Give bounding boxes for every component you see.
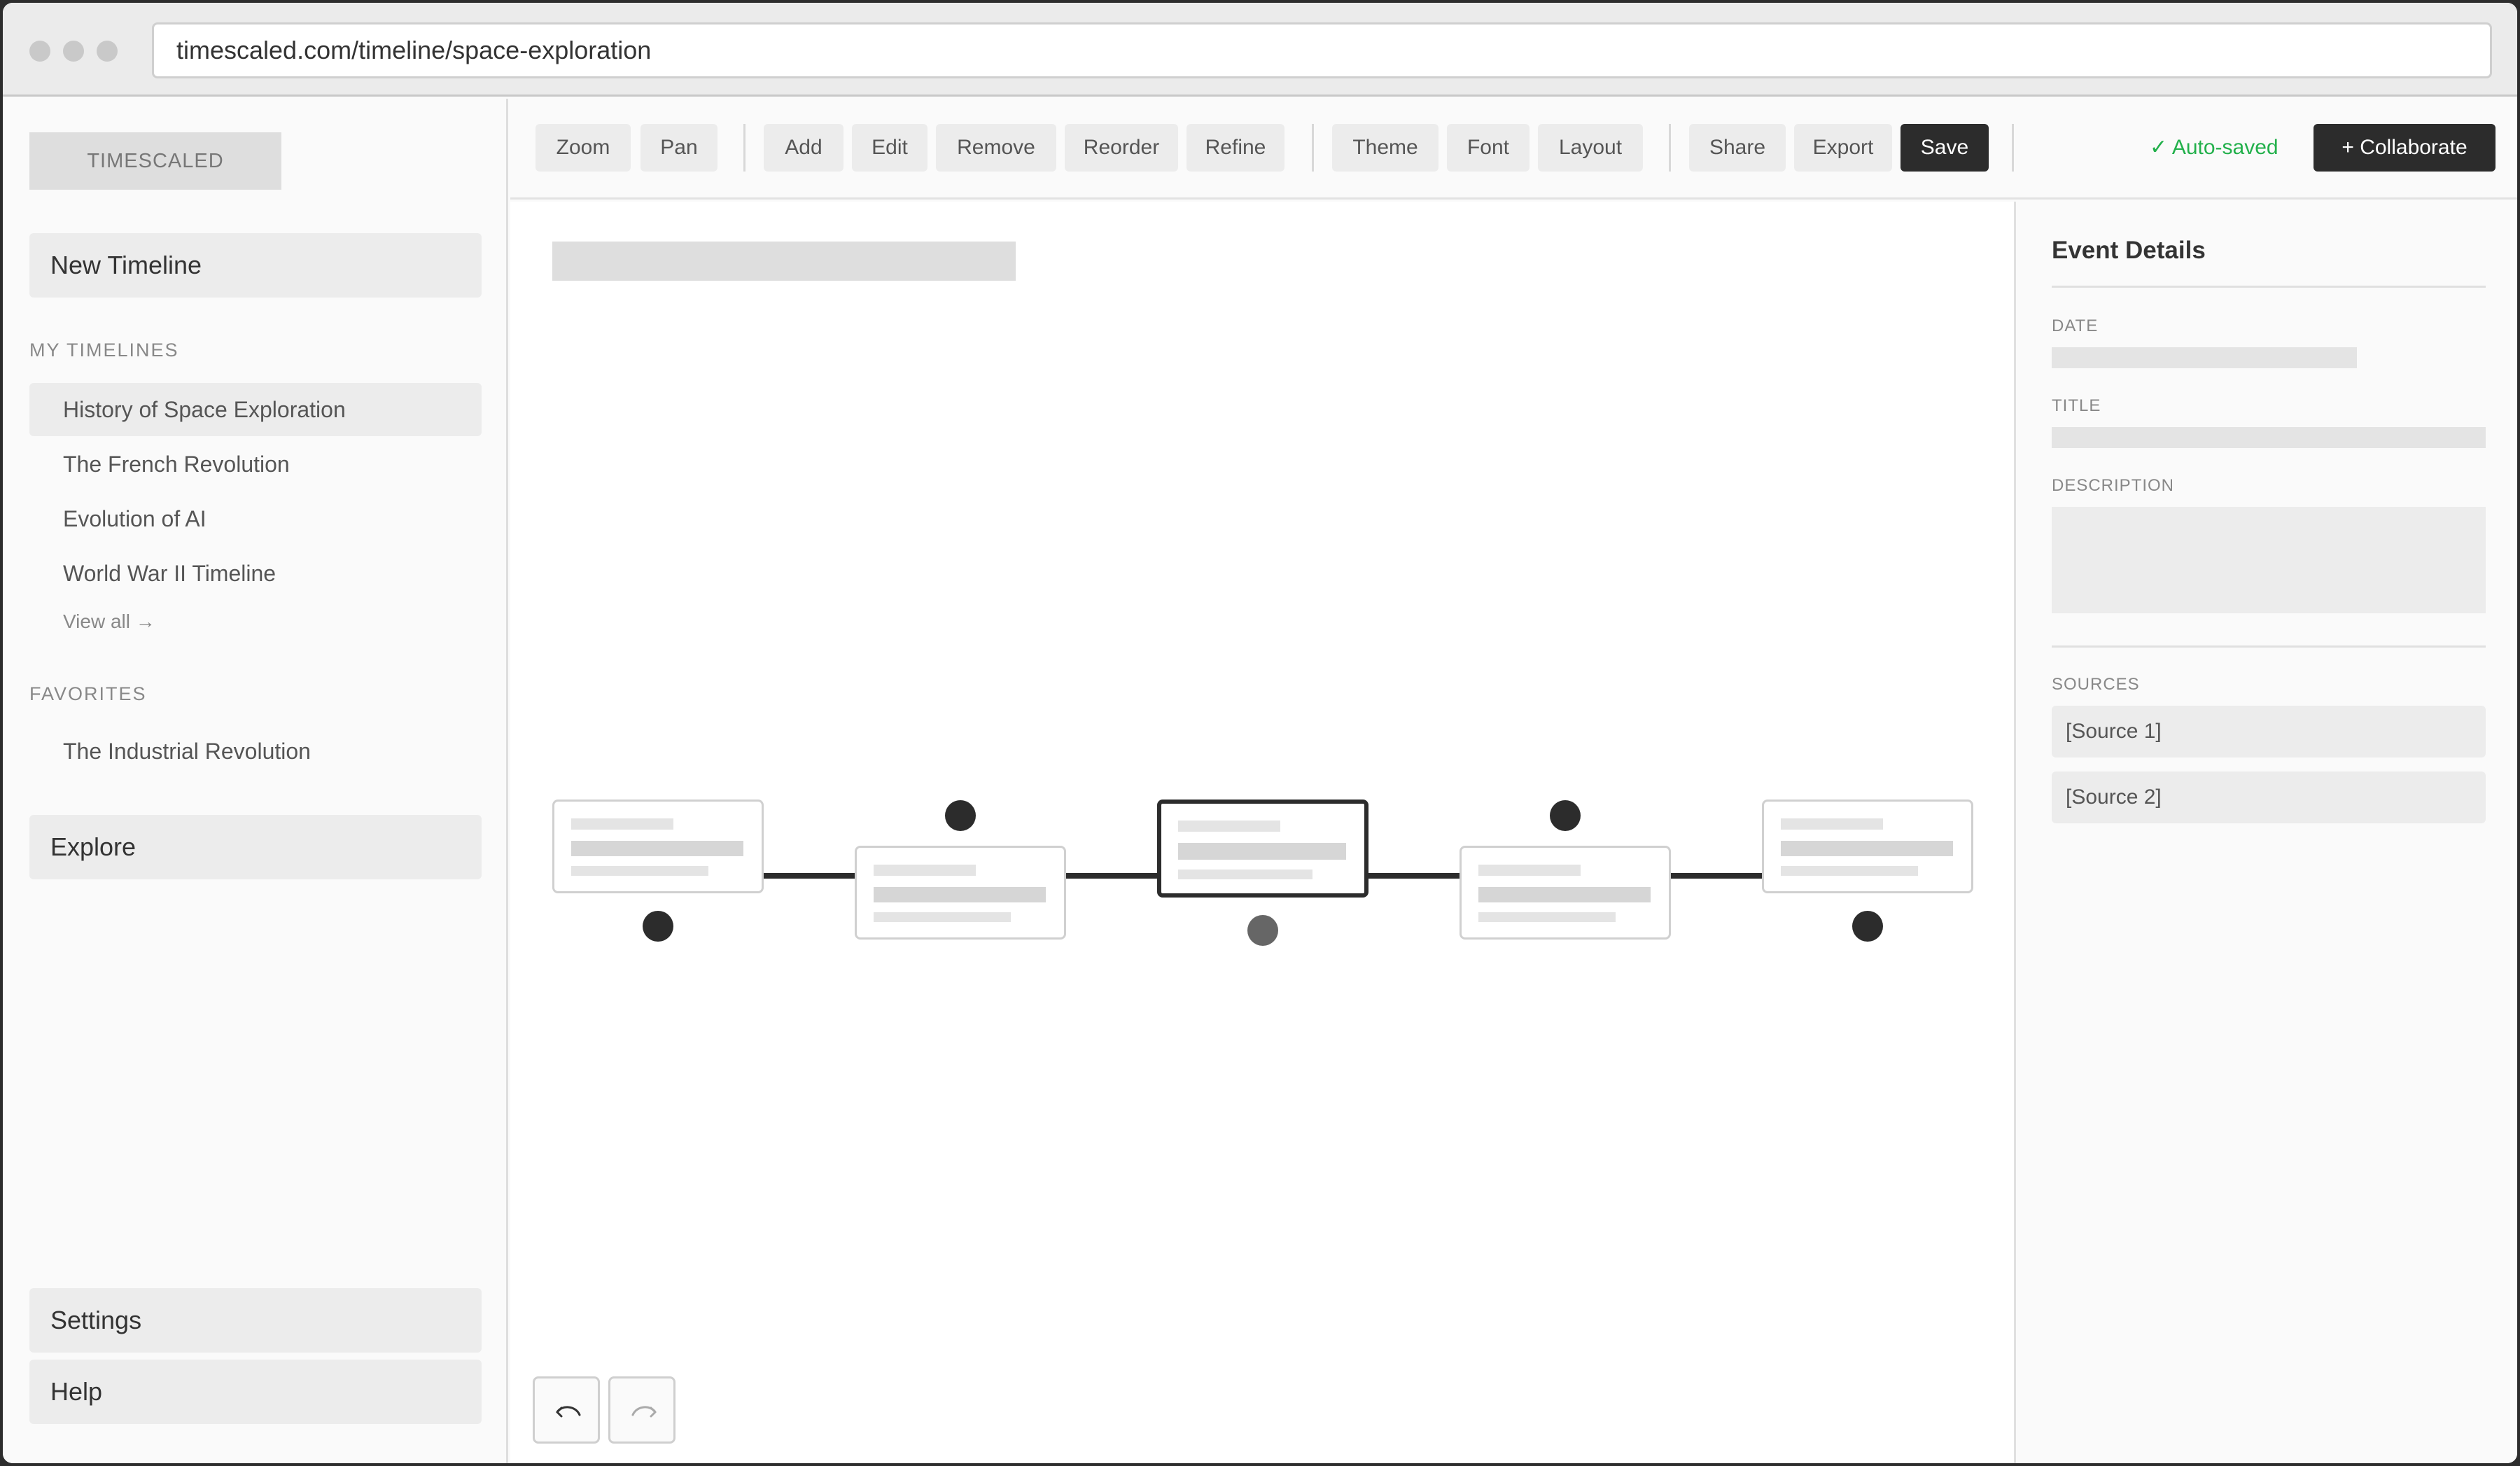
- add-button[interactable]: Add: [764, 124, 844, 172]
- pan-button[interactable]: Pan: [640, 124, 718, 172]
- sidebar-item-industrial-revolution[interactable]: The Industrial Revolution: [29, 725, 482, 778]
- my-timelines-heading: MY TIMELINES: [29, 340, 179, 361]
- details-divider: [2052, 286, 2486, 288]
- title-label: TITLE: [2052, 396, 2101, 415]
- share-button[interactable]: Share: [1689, 124, 1786, 172]
- browser-window: timescaled.com/timeline/space-exploratio…: [3, 3, 2517, 1463]
- sources-label: SOURCES: [2052, 675, 2140, 694]
- event-details-panel: Event Details DATE TITLE DESCRIPTION SOU…: [2014, 202, 2517, 1463]
- description-field[interactable]: [2052, 507, 2486, 613]
- zoom-button[interactable]: Zoom: [536, 124, 631, 172]
- refine-button[interactable]: Refine: [1186, 124, 1284, 172]
- event-card[interactable]: [552, 800, 764, 893]
- source-item[interactable]: [Source 2]: [2052, 772, 2486, 823]
- browser-chrome: timescaled.com/timeline/space-exploratio…: [3, 3, 2517, 97]
- layout-button[interactable]: Layout: [1538, 124, 1643, 172]
- event-card-selected[interactable]: [1157, 800, 1368, 898]
- source-item[interactable]: [Source 1]: [2052, 706, 2486, 758]
- undo-button[interactable]: [533, 1376, 600, 1444]
- event-card[interactable]: [1762, 800, 1973, 893]
- event-node[interactable]: [1550, 800, 1581, 831]
- app-logo[interactable]: TIMESCALED: [29, 132, 281, 190]
- sidebar-item-evolution-of-ai[interactable]: Evolution of AI: [29, 492, 482, 545]
- edit-button[interactable]: Edit: [852, 124, 927, 172]
- explore-button[interactable]: Explore: [29, 815, 482, 879]
- view-all-link[interactable]: View all →: [63, 610, 155, 633]
- event-node-selected[interactable]: [1247, 915, 1278, 946]
- font-button[interactable]: Font: [1447, 124, 1530, 172]
- sidebar-item-world-war-ii[interactable]: World War II Timeline: [29, 547, 482, 600]
- new-timeline-button[interactable]: New Timeline: [29, 233, 482, 298]
- reorder-button[interactable]: Reorder: [1065, 124, 1178, 172]
- settings-button[interactable]: Settings: [29, 1288, 482, 1353]
- title-field[interactable]: [2052, 427, 2486, 448]
- favorites-heading: FAVORITES: [29, 683, 147, 704]
- event-node[interactable]: [945, 800, 976, 831]
- details-divider: [2052, 645, 2486, 648]
- window-minimize-dot[interactable]: [63, 41, 84, 62]
- date-field[interactable]: [2052, 347, 2357, 368]
- save-button[interactable]: Save: [1900, 124, 1989, 172]
- export-button[interactable]: Export: [1794, 124, 1892, 172]
- event-card[interactable]: [855, 846, 1066, 940]
- toolbar-divider: [743, 124, 746, 172]
- sidebar-item-space-exploration[interactable]: History of Space Exploration: [29, 383, 482, 436]
- window-maximize-dot[interactable]: [97, 41, 118, 62]
- timeline-canvas[interactable]: [510, 202, 2014, 1463]
- timeline-title-placeholder[interactable]: [552, 242, 1016, 281]
- details-title: Event Details: [2052, 237, 2206, 264]
- help-button[interactable]: Help: [29, 1360, 482, 1424]
- description-label: DESCRIPTION: [2052, 476, 2175, 495]
- toolbar-divider: [1669, 124, 1671, 172]
- event-node[interactable]: [1852, 911, 1883, 942]
- toolbar: Zoom Pan Add Edit Remove Reorder Refine …: [510, 99, 2517, 200]
- date-label: DATE: [2052, 316, 2099, 335]
- theme-button[interactable]: Theme: [1332, 124, 1438, 172]
- remove-button[interactable]: Remove: [936, 124, 1056, 172]
- autosaved-status: ✓ Auto-saved: [2150, 136, 2278, 159]
- redo-button[interactable]: [608, 1376, 676, 1444]
- event-node[interactable]: [643, 911, 673, 942]
- window-close-dot[interactable]: [29, 41, 50, 62]
- undo-icon: [556, 1406, 581, 1418]
- toolbar-divider: [2012, 124, 2014, 172]
- collaborate-button[interactable]: + Collaborate: [2314, 124, 2496, 172]
- event-card[interactable]: [1460, 846, 1671, 940]
- url-bar[interactable]: timescaled.com/timeline/space-exploratio…: [152, 22, 2492, 78]
- sidebar: TIMESCALED New Timeline MY TIMELINES His…: [3, 99, 508, 1463]
- sidebar-item-french-revolution[interactable]: The French Revolution: [29, 438, 482, 491]
- toolbar-divider: [1312, 124, 1314, 172]
- redo-icon: [631, 1406, 657, 1418]
